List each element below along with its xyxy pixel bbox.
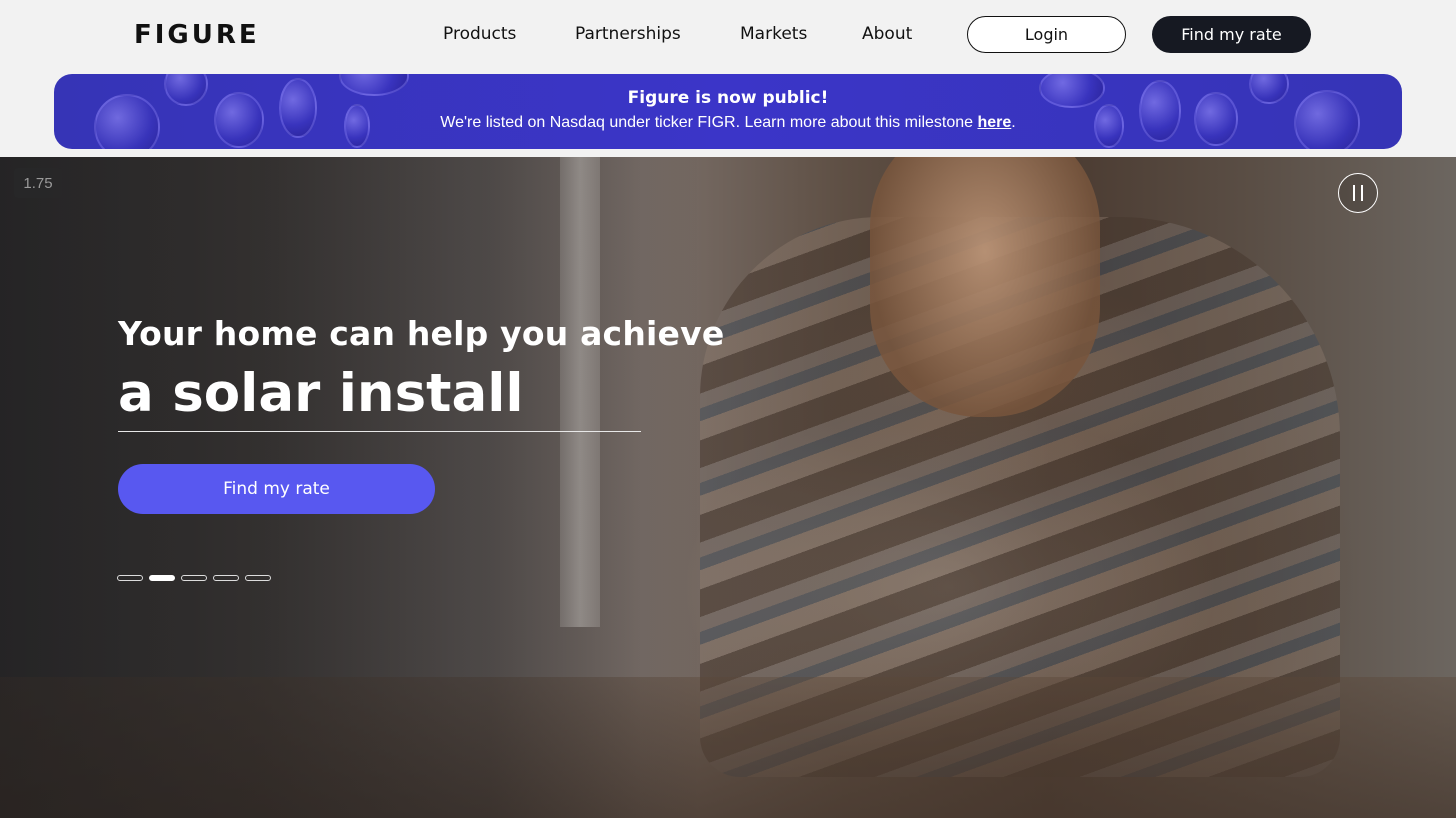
nav-partnerships[interactable]: Partnerships bbox=[575, 22, 681, 46]
banner-here-link[interactable]: here bbox=[977, 114, 1011, 131]
find-rate-header-button[interactable]: Find my rate bbox=[1152, 16, 1311, 53]
nav-about[interactable]: About bbox=[862, 22, 912, 46]
hero-rotating-text: a solar install bbox=[118, 363, 524, 424]
nav-products[interactable]: Products bbox=[443, 22, 516, 46]
slide-indicator-1[interactable] bbox=[117, 575, 143, 581]
banner-message-text: We're listed on Nasdaq under ticker FIGR… bbox=[440, 114, 978, 131]
hero-background-face bbox=[870, 157, 1100, 417]
site-header: FIGURE Products Partnerships Markets Abo… bbox=[0, 0, 1456, 70]
announcement-banner: Figure is now public! We're listed on Na… bbox=[54, 74, 1402, 149]
hero-headline: Your home can help you achieve bbox=[118, 314, 725, 353]
banner-message-suffix: . bbox=[1011, 114, 1016, 131]
banner-title: Figure is now public! bbox=[627, 88, 829, 108]
figure-logo[interactable]: FIGURE bbox=[134, 19, 260, 51]
slide-indicator-3[interactable] bbox=[181, 575, 207, 581]
slide-indicators bbox=[117, 575, 271, 581]
pause-button[interactable] bbox=[1338, 173, 1378, 213]
slide-indicator-4[interactable] bbox=[213, 575, 239, 581]
hero-video: 1.75 Your home can help you achieve a so… bbox=[0, 157, 1456, 818]
nav-markets[interactable]: Markets bbox=[740, 22, 807, 46]
hero-divider bbox=[118, 431, 641, 432]
playback-speed-label: 1.75 bbox=[14, 168, 62, 198]
find-rate-hero-button[interactable]: Find my rate bbox=[118, 464, 435, 514]
slide-indicator-2[interactable] bbox=[149, 575, 175, 581]
banner-message: We're listed on Nasdaq under ticker FIGR… bbox=[54, 112, 1402, 134]
login-button[interactable]: Login bbox=[967, 16, 1126, 53]
slide-indicator-5[interactable] bbox=[245, 575, 271, 581]
